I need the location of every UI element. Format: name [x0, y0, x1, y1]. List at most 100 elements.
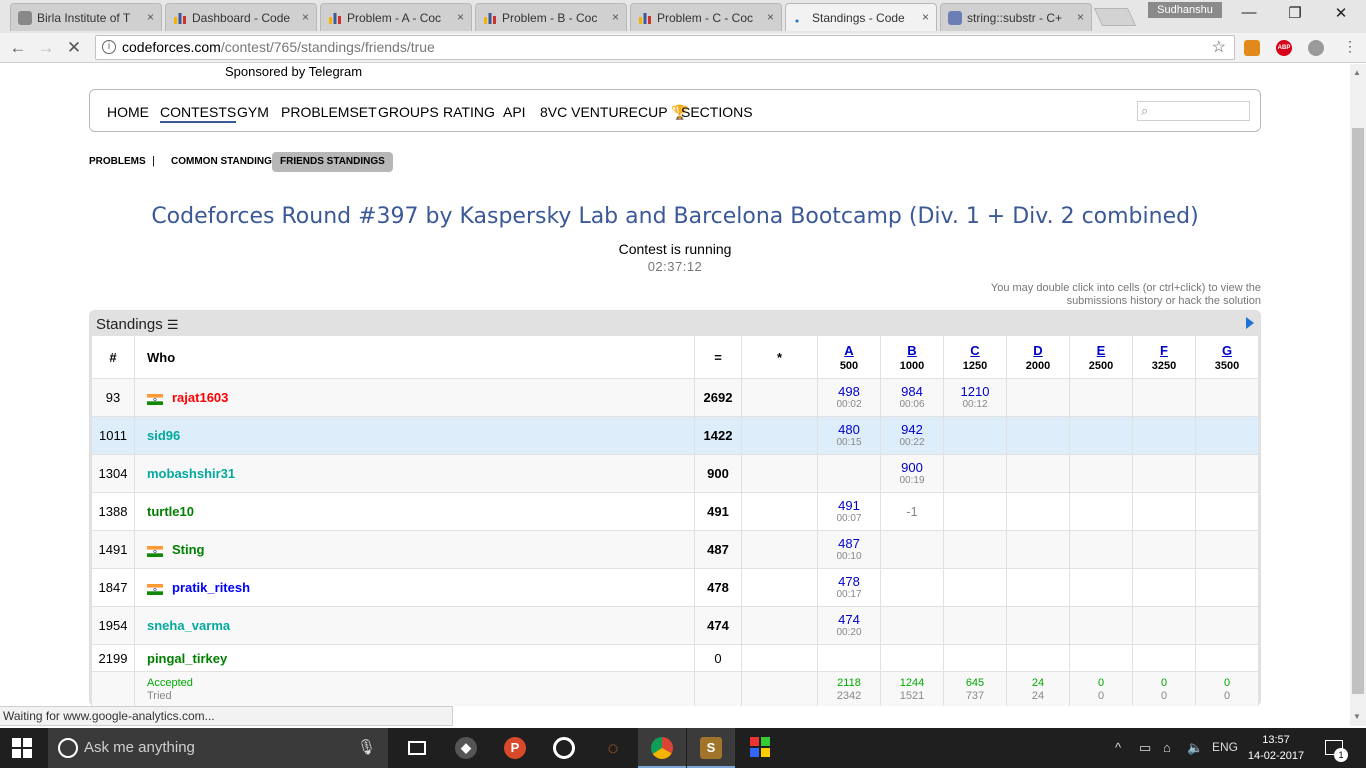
problem-result-cell[interactable]: 480 00:15	[817, 416, 881, 455]
back-icon[interactable]: ←	[8, 38, 28, 58]
problem-result-cell[interactable]	[943, 530, 1007, 569]
browser-tab[interactable]: Standings - Code ×	[785, 3, 937, 31]
problem-link-d[interactable]: D	[1007, 343, 1069, 358]
menu-item-sections[interactable]: SECTIONS	[681, 104, 753, 120]
stop-loading-icon[interactable]: ✕	[64, 38, 84, 58]
problem-result-cell[interactable]	[1132, 644, 1196, 672]
problem-link-f[interactable]: F	[1133, 343, 1195, 358]
problem-result-cell[interactable]	[1195, 530, 1259, 569]
problem-result-cell[interactable]	[817, 644, 881, 672]
problem-result-cell[interactable]: 942 00:22	[880, 416, 944, 455]
scroll-down-icon[interactable]: ▼	[1353, 712, 1361, 721]
problem-result-cell[interactable]: 474 00:20	[817, 606, 881, 645]
profile-button[interactable]: Sudhanshu	[1148, 2, 1222, 18]
problem-result-cell[interactable]	[1069, 416, 1133, 455]
problem-result-cell[interactable]	[1195, 454, 1259, 493]
problem-result-cell[interactable]	[880, 644, 944, 672]
participant-handle[interactable]: rajat1603	[172, 390, 228, 405]
chrome-taskbar-icon[interactable]	[638, 728, 686, 768]
problem-result-cell[interactable]	[943, 606, 1007, 645]
participant-handle[interactable]: pratik_ritesh	[172, 580, 250, 595]
standings-row[interactable]: 93 rajat1603 2692 498 00:02 984 00:06 1210 00:12	[91, 378, 1259, 417]
menu-item-api[interactable]: API	[503, 104, 526, 120]
problem-link-g[interactable]: G	[1196, 343, 1258, 358]
problem-result-cell[interactable]	[943, 568, 1007, 607]
participant-handle[interactable]: sneha_varma	[147, 618, 230, 633]
problem-result-cell[interactable]	[1195, 378, 1259, 417]
app-icon[interactable]	[736, 728, 784, 768]
bookmark-star-icon[interactable]: ☆	[1212, 36, 1226, 59]
contest-title[interactable]: Codeforces Round #397 by Kaspersky Lab a…	[0, 204, 1350, 229]
problem-result-cell[interactable]	[1006, 454, 1070, 493]
cortana-search[interactable]: Ask me anything 🎙	[48, 728, 388, 768]
standings-row[interactable]: 1491 Sting 487 487 00:10	[91, 530, 1259, 569]
app-icon[interactable]: P	[491, 728, 539, 768]
chrome-menu-icon[interactable]: ⋮	[1340, 38, 1360, 55]
problem-result-cell[interactable]	[1195, 644, 1259, 672]
scroll-thumb[interactable]	[1352, 128, 1364, 694]
problem-result-cell[interactable]	[1132, 492, 1196, 531]
standings-row[interactable]: 1011 sid96 1422 480 00:15 942 00:22	[91, 416, 1259, 455]
network-icon[interactable]: ⌂	[1163, 740, 1171, 755]
browser-tab[interactable]: Birla Institute of T ×	[10, 3, 162, 31]
problem-result-cell[interactable]	[1006, 568, 1070, 607]
standings-row[interactable]: 1847 pratik_ritesh 478 478 00:17	[91, 568, 1259, 607]
tab-close-icon[interactable]: ×	[457, 10, 464, 24]
problem-result-cell[interactable]	[1006, 530, 1070, 569]
problem-result-cell[interactable]	[1195, 568, 1259, 607]
adblock-plus-icon[interactable]: ABP	[1276, 40, 1292, 56]
tab-close-icon[interactable]: ×	[767, 10, 774, 24]
forward-icon[interactable]: →	[36, 38, 56, 58]
problem-result-cell[interactable]	[1132, 378, 1196, 417]
common-standings-link[interactable]: COMMON STANDINGS	[171, 156, 279, 167]
problem-result-cell[interactable]	[1006, 492, 1070, 531]
menu-item-contests[interactable]: CONTESTS	[160, 104, 237, 123]
problem-result-cell[interactable]	[880, 606, 944, 645]
scroll-up-icon[interactable]: ▲	[1353, 68, 1361, 77]
problem-result-cell[interactable]	[1006, 378, 1070, 417]
problem-result-cell[interactable]: 478 00:17	[817, 568, 881, 607]
participant-handle[interactable]: sid96	[147, 428, 180, 443]
problem-result-cell[interactable]	[1132, 416, 1196, 455]
menu-item-8vc-venturecup[interactable]: 8VC VENTURECUP 🏆	[540, 104, 689, 121]
problem-link-e[interactable]: E	[1070, 343, 1132, 358]
browser-tab[interactable]: Problem - C - Coc ×	[630, 3, 782, 31]
menu-item-groups[interactable]: GROUPS	[378, 104, 439, 120]
problem-result-cell[interactable]	[1132, 568, 1196, 607]
problem-result-cell[interactable]: 498 00:02	[817, 378, 881, 417]
problem-result-cell[interactable]	[943, 454, 1007, 493]
problem-result-cell[interactable]: -1	[880, 492, 944, 531]
problem-link-b[interactable]: B	[881, 343, 943, 358]
page-scrollbar[interactable]: ▲ ▼	[1350, 64, 1366, 726]
participant-handle[interactable]: turtle10	[147, 504, 194, 519]
browser-tab[interactable]: Problem - B - Coc ×	[475, 3, 627, 31]
standings-row[interactable]: 1388 turtle10 491 491 00:07 -1	[91, 492, 1259, 531]
app-icon[interactable]: ◌	[589, 728, 637, 768]
problem-result-cell[interactable]: 487 00:10	[817, 530, 881, 569]
problem-result-cell[interactable]	[1069, 530, 1133, 569]
search-input[interactable]: ⌕	[1137, 101, 1250, 121]
problem-result-cell[interactable]	[1069, 454, 1133, 493]
battery-icon[interactable]: ▭	[1139, 740, 1151, 756]
microphone-icon[interactable]: 🎙	[357, 728, 376, 768]
participant-handle[interactable]: Sting	[172, 542, 205, 557]
friends-standings-link[interactable]: FRIENDS STANDINGS	[272, 152, 393, 172]
problem-result-cell[interactable]	[880, 568, 944, 607]
problem-result-cell[interactable]	[1132, 530, 1196, 569]
menu-item-gym[interactable]: GYM	[237, 104, 269, 120]
problem-result-cell[interactable]	[1195, 416, 1259, 455]
problems-link[interactable]: PROBLEMS	[89, 156, 146, 167]
problem-result-cell[interactable]: 491 00:07	[817, 492, 881, 531]
extension-icon[interactable]	[1244, 40, 1260, 56]
menu-item-problemset[interactable]: PROBLEMSET	[281, 104, 377, 120]
app-icon[interactable]: ◆	[442, 728, 490, 768]
minimize-icon[interactable]: —	[1238, 4, 1260, 21]
problem-result-cell[interactable]	[1069, 644, 1133, 672]
next-arrow-icon[interactable]	[1246, 317, 1254, 329]
tab-close-icon[interactable]: ×	[302, 10, 309, 24]
menu-item-home[interactable]: HOME	[107, 104, 149, 120]
system-clock[interactable]: 13:57 14-02-2017	[1246, 732, 1306, 764]
windows-start-icon[interactable]	[12, 738, 32, 758]
participant-handle[interactable]: mobashshir31	[147, 466, 235, 481]
problem-result-cell[interactable]	[880, 530, 944, 569]
